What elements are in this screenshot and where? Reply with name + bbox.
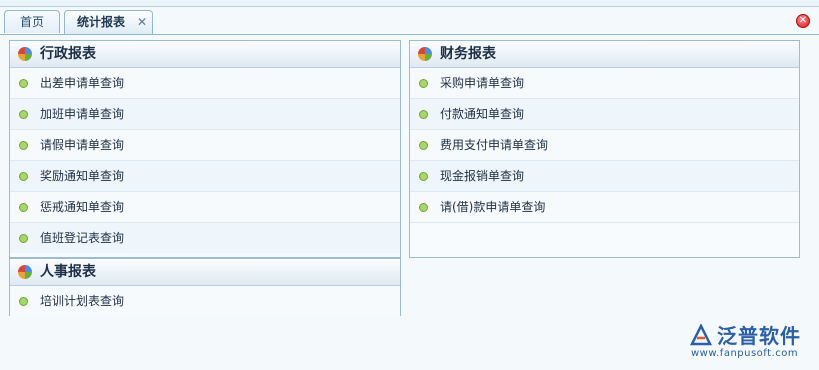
list-item[interactable]: 请(借)款申请单查询 [410,192,799,223]
brand-logo: 泛普软件 www.fanpusoft.com [689,320,814,362]
tab-home-label: 首页 [19,15,44,29]
green-dot-icon [419,141,428,150]
list-item[interactable]: 请假申请单查询 [10,130,400,161]
list-item[interactable]: 费用支付申请单查询 [410,130,799,161]
green-dot-icon [419,110,428,119]
green-dot-icon [19,172,28,181]
list-item-label: 现金报销单查询 [440,169,525,183]
list-item[interactable]: 培训计划表查询 [10,286,400,316]
list-item-label: 值班登记表查询 [40,231,125,245]
report-pie-icon [418,47,432,61]
brand-mark-icon [689,324,713,346]
list-item[interactable]: 惩戒通知单查询 [10,192,400,223]
list-item-label: 培训计划表查询 [40,294,125,308]
list-item-label: 奖励通知单查询 [40,169,125,183]
tab-statistics-reports-label: 统计报表 [77,15,126,29]
list-item-label: 加班申请单查询 [40,107,125,121]
tab-home[interactable]: 首页 [4,10,60,33]
panel-hr-reports: 人事报表 培训计划表查询 [9,258,401,316]
close-icon[interactable]: ✕ [137,16,147,28]
list-item-label: 惩戒通知单查询 [40,200,125,214]
panel-title: 行政报表 [40,46,96,62]
green-dot-icon [419,203,428,212]
list-item-label: 请假申请单查询 [40,138,125,152]
report-pie-icon [18,265,32,279]
panel-header: 财务报表 [410,41,799,68]
green-dot-icon [19,79,28,88]
panel-admin-reports: 行政报表 出差申请单查询 加班申请单查询 请假申请单查询 奖励通知单查询 惩戒通… [9,40,401,258]
top-border-strip [0,0,819,7]
list-item-label: 付款通知单查询 [440,107,525,121]
list-item-label: 请(借)款申请单查询 [440,200,546,214]
green-dot-icon [19,110,28,119]
panel-title: 财务报表 [440,46,496,62]
list-item[interactable]: 付款通知单查询 [410,99,799,130]
list-item[interactable]: 值班登记表查询 [10,223,400,253]
list-item[interactable]: 出差申请单查询 [10,68,400,99]
report-pie-icon [18,47,32,61]
green-dot-icon [19,203,28,212]
green-dot-icon [19,234,28,243]
tab-statistics-reports[interactable]: 统计报表 ✕ [64,10,153,34]
list-item-label: 出差申请单查询 [40,76,125,90]
tab-bar: 首页 统计报表 ✕ [0,7,819,35]
list-item-label: 费用支付申请单查询 [440,138,549,152]
green-dot-icon [419,172,428,181]
panel-header: 行政报表 [10,41,400,68]
green-dot-icon [419,79,428,88]
panel-header: 人事报表 [10,259,400,286]
panel-title: 人事报表 [40,264,96,280]
green-dot-icon [19,297,28,306]
list-item[interactable]: 现金报销单查询 [410,161,799,192]
list-item[interactable]: 采购申请单查询 [410,68,799,99]
green-dot-icon [19,141,28,150]
panel-finance-reports: 财务报表 采购申请单查询 付款通知单查询 费用支付申请单查询 现金报销单查询 请… [409,40,800,258]
brand-url: www.fanpusoft.com [691,348,799,359]
brand-name: 泛普软件 [717,324,801,348]
list-item[interactable]: 奖励通知单查询 [10,161,400,192]
close-all-icon[interactable]: ✕ [796,14,810,28]
list-item[interactable]: 加班申请单查询 [10,99,400,130]
list-item-label: 采购申请单查询 [440,76,525,90]
